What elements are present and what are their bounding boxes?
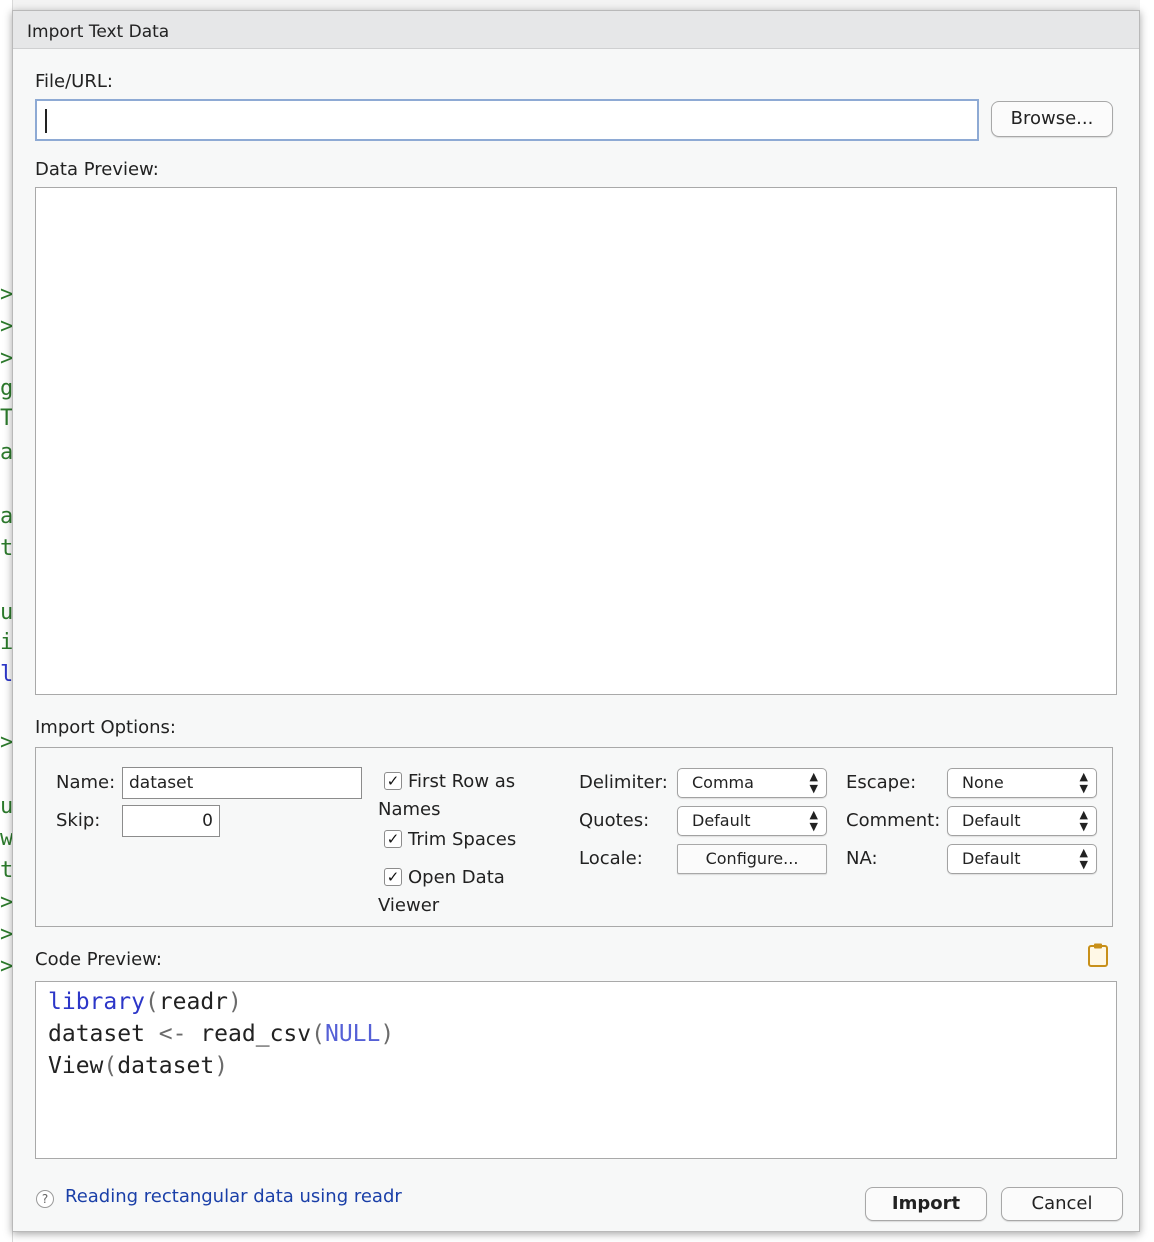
comment-label: Comment: (846, 810, 941, 831)
code-line: library(readr) (48, 989, 242, 1015)
delimiter-value: Comma (692, 773, 754, 792)
name-input[interactable]: dataset (122, 767, 362, 799)
import-options-panel: Name: dataset Skip: 0 ✓ First Row as Nam… (35, 747, 1113, 927)
delimiter-label: Delimiter: (579, 772, 668, 793)
code-line: View(dataset) (48, 1053, 229, 1079)
locale-label: Locale: (579, 848, 643, 869)
na-select[interactable]: Default ▲ ▼ (947, 844, 1097, 874)
text-caret (45, 109, 47, 133)
cancel-button[interactable]: Cancel (1001, 1187, 1123, 1221)
import-text-data-dialog: Import Text Data File/URL: Browse... Dat… (12, 10, 1140, 1232)
code-line: dataset <- read_csv(NULL) (48, 1021, 395, 1047)
name-label: Name: (56, 772, 116, 793)
select-arrows-icon: ▲ ▼ (1079, 770, 1088, 795)
browse-button[interactable]: Browse... (991, 101, 1113, 137)
comment-value: Default (962, 811, 1021, 830)
dialog-title: Import Text Data (27, 22, 170, 42)
data-preview-area[interactable] (35, 187, 1117, 695)
skip-label: Skip: (56, 810, 101, 831)
code-preview-area[interactable]: library(readr) dataset <- read_csv(NULL)… (35, 981, 1117, 1159)
readr-help-link[interactable]: Reading rectangular data using readr (65, 1186, 402, 1207)
data-preview-label: Data Preview: (35, 159, 159, 180)
delimiter-select[interactable]: Comma ▲ ▼ (677, 768, 827, 798)
import-button[interactable]: Import (865, 1187, 987, 1221)
select-arrows-icon: ▲ ▼ (809, 808, 818, 833)
quotes-select[interactable]: Default ▲ ▼ (677, 806, 827, 836)
file-url-input[interactable] (35, 99, 979, 141)
file-url-label: File/URL: (35, 71, 113, 92)
na-value: Default (962, 849, 1021, 868)
open-data-viewer-checkbox[interactable]: ✓ (384, 868, 402, 886)
quotes-label: Quotes: (579, 810, 650, 831)
first-row-names-checkbox[interactable]: ✓ (384, 772, 402, 790)
comment-select[interactable]: Default ▲ ▼ (947, 806, 1097, 836)
first-row-names-label-cont: Names (378, 799, 441, 820)
trim-spaces-label: Trim Spaces (408, 829, 517, 850)
select-arrows-icon: ▲ ▼ (1079, 846, 1088, 871)
trim-spaces-checkbox[interactable]: ✓ (384, 830, 402, 848)
open-data-viewer-label-cont: Viewer (378, 895, 440, 916)
import-options-label: Import Options: (35, 717, 176, 738)
help-icon: ? (36, 1190, 54, 1208)
dialog-titlebar[interactable]: Import Text Data (13, 11, 1139, 49)
skip-input[interactable]: 0 (122, 805, 220, 837)
open-data-viewer-label: Open Data (408, 867, 505, 888)
escape-label: Escape: (846, 772, 917, 793)
clipboard-icon[interactable] (1087, 942, 1109, 968)
configure-locale-button[interactable]: Configure... (677, 844, 827, 874)
first-row-names-label: First Row as (408, 771, 516, 792)
escape-value: None (962, 773, 1004, 792)
quotes-value: Default (692, 811, 751, 830)
escape-select[interactable]: None ▲ ▼ (947, 768, 1097, 798)
select-arrows-icon: ▲ ▼ (809, 770, 818, 795)
code-preview-label: Code Preview: (35, 949, 162, 970)
select-arrows-icon: ▲ ▼ (1079, 808, 1088, 833)
na-label: NA: (846, 848, 878, 869)
background-editor-right (1140, 0, 1154, 1242)
